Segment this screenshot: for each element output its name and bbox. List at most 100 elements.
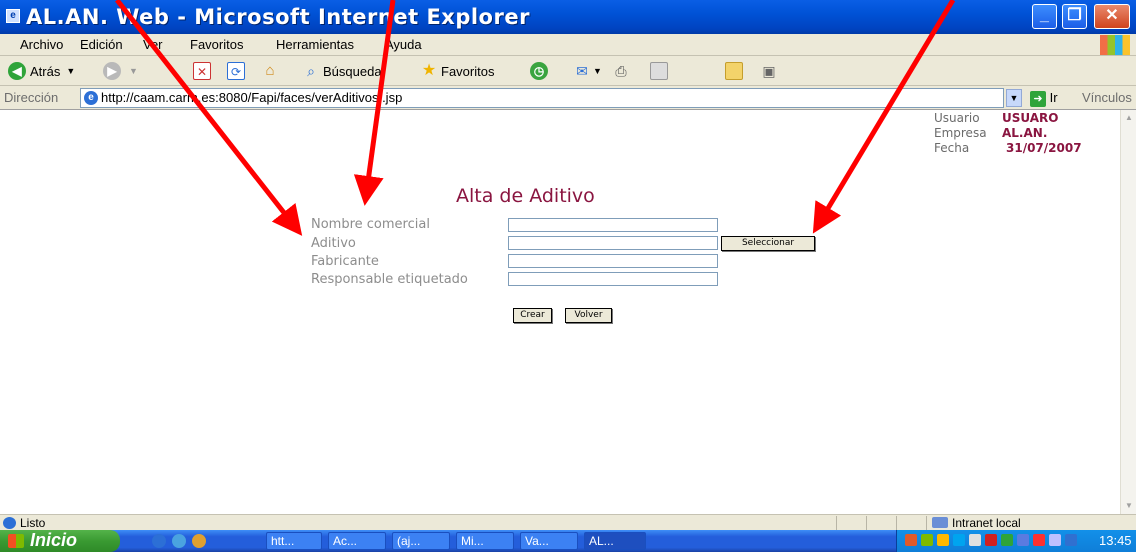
intranet-zone-icon — [932, 517, 948, 528]
quicklaunch-media-icon[interactable] — [192, 534, 206, 548]
fabricante-input[interactable] — [508, 254, 718, 268]
responsable-etiquetado-label: Responsable etiquetado — [311, 272, 468, 287]
menu-ver[interactable]: Ver — [143, 37, 163, 52]
links-label[interactable]: Vínculos — [1082, 90, 1132, 105]
window-title: AL.AN. Web - Microsoft Internet Explorer — [26, 5, 530, 29]
address-dropdown-button[interactable]: ▼ — [1006, 89, 1022, 107]
address-bar: Dirección e http://caam.carm.es:8080/Fap… — [0, 86, 1136, 110]
tray-icon[interactable] — [905, 534, 917, 546]
close-icon: ✕ — [1105, 7, 1119, 24]
vertical-scrollbar[interactable]: ▲ ▼ — [1120, 110, 1136, 514]
chevron-down-icon: ▼ — [593, 66, 602, 76]
taskbar-item[interactable]: htt... — [266, 532, 322, 550]
go-arrow-icon: ➜ — [1030, 90, 1046, 107]
forward-button[interactable]: ▶ ▼ — [103, 61, 138, 81]
tray-icon[interactable] — [1049, 534, 1061, 546]
aditivo-label: Aditivo — [311, 236, 356, 251]
tray-icon[interactable] — [985, 534, 997, 546]
messenger-button[interactable]: ▣ — [760, 61, 778, 81]
taskbar-item[interactable]: Mi... — [456, 532, 514, 550]
system-tray: 13:45 — [896, 530, 1136, 552]
fabricante-label: Fabricante — [311, 254, 379, 269]
folder-button[interactable] — [725, 61, 743, 81]
menu-herramientas[interactable]: Herramientas — [276, 37, 354, 52]
minimize-icon: _ — [1040, 7, 1049, 24]
menu-bar: Archivo Edición Ver Favoritos Herramient… — [0, 34, 1136, 56]
tray-icon[interactable] — [1065, 534, 1077, 546]
history-button[interactable]: ◷ — [530, 61, 548, 81]
minimize-button[interactable]: _ — [1032, 4, 1057, 29]
taskbar-item[interactable]: Va... — [520, 532, 578, 550]
usuario-label: Usuario — [934, 111, 980, 125]
seleccionar-button[interactable]: Seleccionar — [721, 236, 815, 251]
page-icon — [3, 517, 16, 529]
refresh-button[interactable]: ⟳ — [227, 61, 245, 81]
stop-button[interactable]: ✕ — [193, 61, 211, 81]
taskbar: Inicio htt... Ac... (aj... Mi... Va... A… — [0, 530, 1136, 552]
start-button[interactable]: Inicio — [0, 530, 120, 552]
tray-icon[interactable] — [1017, 534, 1029, 546]
tray-icon[interactable] — [937, 534, 949, 546]
folder-icon — [725, 62, 743, 80]
stop-icon: ✕ — [193, 62, 211, 80]
nombre-comercial-input[interactable] — [508, 218, 718, 232]
menu-ayuda[interactable]: Ayuda — [385, 37, 422, 52]
quicklaunch-ie-icon[interactable] — [152, 534, 166, 548]
maximize-button[interactable]: ❐ — [1062, 4, 1087, 29]
status-divider — [926, 516, 927, 530]
form-heading: Alta de Aditivo — [456, 185, 595, 207]
aditivo-input[interactable] — [508, 236, 718, 250]
home-button[interactable]: ⌂ — [261, 61, 279, 81]
taskbar-item[interactable]: (aj... — [392, 532, 450, 550]
print-icon: ⎙ — [615, 63, 627, 79]
go-button[interactable]: ➜ Ir — [1030, 90, 1058, 107]
tray-icon[interactable] — [1033, 534, 1045, 546]
menu-archivo[interactable]: Archivo — [20, 37, 63, 52]
page-content: Usuario USUARO Empresa AL.AN. Fecha 31/0… — [0, 110, 1120, 514]
restore-icon: ❐ — [1067, 7, 1082, 24]
favorites-label: Favoritos — [441, 63, 495, 79]
close-button[interactable]: ✕ — [1094, 4, 1130, 29]
scroll-down-icon[interactable]: ▼ — [1122, 498, 1136, 514]
back-button[interactable]: ◀ Atrás ▼ — [8, 61, 75, 81]
empresa-value: AL.AN. — [1002, 126, 1048, 140]
tray-icon[interactable] — [953, 534, 965, 546]
fecha-label: Fecha — [934, 141, 970, 155]
title-bar: e AL.AN. Web - Microsoft Internet Explor… — [0, 0, 1136, 34]
ie-icon: e — [84, 91, 98, 105]
messenger-icon: ▣ — [762, 63, 776, 79]
back-arrow-icon: ◀ — [8, 62, 26, 80]
address-input[interactable]: e http://caam.carm.es:8080/Fapi/faces/ve… — [80, 88, 1004, 108]
search-button[interactable]: ⌕ Búsqueda — [302, 61, 382, 81]
tray-icon[interactable] — [921, 534, 933, 546]
volver-button[interactable]: Volver — [565, 308, 612, 323]
favorites-button[interactable]: ★ Favoritos — [420, 61, 495, 81]
chevron-down-icon: ▼ — [66, 66, 76, 76]
usuario-value: USUARO — [1002, 111, 1059, 125]
tray-icon[interactable] — [969, 534, 981, 546]
taskbar-item-active[interactable]: AL... — [584, 532, 646, 550]
print-button[interactable]: ⎙ — [612, 61, 630, 81]
menu-edicion[interactable]: Edición — [80, 37, 123, 52]
refresh-icon: ⟳ — [227, 62, 245, 80]
edit-button[interactable] — [650, 61, 668, 81]
responsable-etiquetado-input[interactable] — [508, 272, 718, 286]
empresa-label: Empresa — [934, 126, 987, 140]
address-label: Dirección — [4, 90, 59, 105]
status-divider — [836, 516, 837, 530]
quicklaunch-outlook-icon[interactable] — [172, 534, 186, 548]
security-zone: Intranet local — [952, 516, 1021, 530]
scroll-up-icon[interactable]: ▲ — [1122, 110, 1136, 126]
status-divider — [896, 516, 897, 530]
taskbar-item[interactable]: Ac... — [328, 532, 386, 550]
crear-button[interactable]: Crear — [513, 308, 552, 323]
menu-favoritos[interactable]: Favoritos — [190, 37, 243, 52]
search-label: Búsqueda — [323, 63, 382, 79]
history-icon: ◷ — [530, 62, 548, 80]
status-bar: Listo Intranet local — [0, 514, 1136, 530]
mail-button[interactable]: ✉ ▼ — [573, 61, 602, 81]
tray-icon[interactable] — [1001, 534, 1013, 546]
search-icon: ⌕ — [307, 63, 315, 79]
windows-logo-icon — [1100, 35, 1130, 55]
nombre-comercial-label: Nombre comercial — [311, 217, 430, 232]
